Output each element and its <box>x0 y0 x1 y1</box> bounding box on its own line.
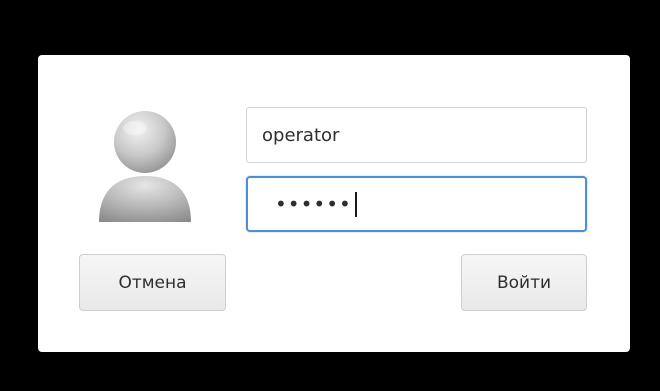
password-input[interactable] <box>248 178 585 230</box>
username-input[interactable] <box>247 108 586 162</box>
screen: Отмена Войти <box>0 0 660 391</box>
user-avatar-icon <box>95 104 195 224</box>
password-field[interactable] <box>246 176 587 232</box>
login-dialog: Отмена Войти <box>38 55 630 352</box>
login-button[interactable]: Войти <box>461 254 587 311</box>
text-caret <box>355 192 357 217</box>
username-field[interactable] <box>246 107 587 163</box>
cancel-button[interactable]: Отмена <box>79 254 226 311</box>
